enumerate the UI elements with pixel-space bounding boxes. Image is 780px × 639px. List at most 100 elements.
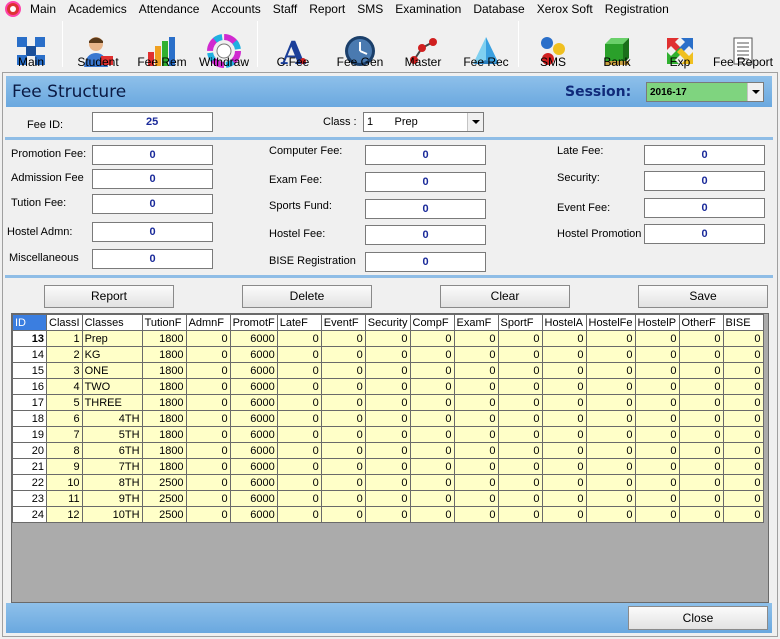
table-row[interactable]: 15 3 ONE 1800 0 6000 0 0 0 0 0 0 0 0 0 0 0 [12, 362, 764, 379]
table-cell[interactable]: 1800 [141, 394, 187, 411]
fee-id-field[interactable]: 25 [92, 112, 213, 132]
table-cell[interactable]: 0 [364, 362, 411, 379]
menu-accounts[interactable]: Accounts [205, 0, 266, 18]
security-field[interactable]: 0 [644, 171, 765, 191]
table-cell[interactable]: 0 [634, 506, 680, 523]
table-cell[interactable]: 0 [722, 426, 764, 443]
toolbar-fee-gen-button[interactable]: Fee Gen [328, 18, 392, 70]
table-cell[interactable]: 0 [678, 426, 724, 443]
table-cell[interactable]: 0 [185, 362, 231, 379]
computer-fee-field[interactable]: 0 [365, 145, 486, 165]
report-button[interactable]: Report [44, 285, 174, 308]
table-cell[interactable]: 0 [185, 378, 231, 395]
menu-xerox-soft[interactable]: Xerox Soft [531, 0, 599, 18]
table-cell[interactable]: 6000 [229, 490, 278, 507]
table-cell[interactable]: 0 [678, 410, 724, 427]
table-cell[interactable]: 3 [46, 362, 83, 379]
table-row[interactable]: 17 5 THREE 1800 0 6000 0 0 0 0 0 0 0 0 0 0 0 [12, 394, 764, 411]
table-cell[interactable]: 7TH [81, 458, 143, 475]
column-header[interactable]: ClassI [46, 314, 83, 331]
column-header[interactable]: BISE [722, 314, 764, 331]
table-cell[interactable]: 6TH [81, 442, 143, 459]
table-cell[interactable]: 0 [453, 506, 499, 523]
table-cell[interactable]: 0 [722, 506, 764, 523]
table-cell[interactable]: 5 [46, 394, 83, 411]
table-cell[interactable]: 0 [541, 442, 587, 459]
table-cell[interactable]: 0 [585, 426, 636, 443]
table-cell[interactable]: 2500 [141, 490, 187, 507]
table-cell[interactable]: 0 [276, 410, 322, 427]
table-cell[interactable]: 9TH [81, 490, 143, 507]
table-cell[interactable]: 0 [185, 426, 231, 443]
table-cell[interactable]: 0 [453, 458, 499, 475]
table-cell[interactable]: 0 [276, 474, 322, 491]
table-cell[interactable]: 2500 [141, 506, 187, 523]
table-cell[interactable]: 1 [46, 330, 83, 347]
bise-registration-field[interactable]: 0 [365, 252, 486, 272]
table-cell[interactable]: 0 [541, 458, 587, 475]
table-cell[interactable]: 0 [497, 490, 543, 507]
table-cell[interactable]: 0 [585, 458, 636, 475]
table-cell[interactable]: 9 [46, 458, 83, 475]
toolbar-bank-button[interactable]: Bank [587, 18, 647, 70]
table-cell[interactable]: 6000 [229, 330, 278, 347]
tution-fee-field[interactable]: 0 [92, 194, 213, 214]
table-cell[interactable]: 0 [320, 506, 366, 523]
table-cell[interactable]: 0 [497, 362, 543, 379]
table-cell[interactable]: 6000 [229, 394, 278, 411]
table-cell[interactable]: 0 [722, 362, 764, 379]
table-cell[interactable]: 0 [185, 458, 231, 475]
table-cell[interactable]: 0 [453, 330, 499, 347]
table-cell[interactable]: 0 [409, 362, 455, 379]
table-cell[interactable]: 0 [497, 442, 543, 459]
table-row[interactable]: 14 2 KG 1800 0 6000 0 0 0 0 0 0 0 0 0 0 0 [12, 346, 764, 363]
table-row[interactable]: 13 1 Prep 1800 0 6000 0 0 0 0 0 0 0 0 0 0 0 [12, 330, 764, 347]
sports-fund-field[interactable]: 0 [365, 199, 486, 219]
table-cell[interactable]: 0 [634, 442, 680, 459]
table-cell[interactable]: 0 [364, 474, 411, 491]
hostel-promotion-field[interactable]: 0 [644, 224, 765, 244]
column-header[interactable]: HostelP [634, 314, 680, 331]
table-row[interactable]: 19 7 5TH 1800 0 6000 0 0 0 0 0 0 0 0 0 0 0 [12, 426, 764, 443]
table-cell[interactable]: 0 [541, 490, 587, 507]
table-cell[interactable]: 0 [634, 330, 680, 347]
menu-sms[interactable]: SMS [351, 0, 389, 18]
table-row[interactable]: 24 12 10TH 2500 0 6000 0 0 0 0 0 0 0 0 0 0 0 [12, 506, 764, 523]
menu-staff[interactable]: Staff [267, 0, 303, 18]
table-cell[interactable]: 0 [320, 378, 366, 395]
table-cell[interactable]: 0 [276, 394, 322, 411]
table-cell[interactable]: 0 [364, 490, 411, 507]
column-header[interactable]: Classes [81, 314, 143, 331]
table-cell[interactable]: KG [81, 346, 143, 363]
table-cell[interactable]: 5TH [81, 426, 143, 443]
table-cell[interactable]: 0 [678, 330, 724, 347]
row-id-cell[interactable]: 13 [12, 330, 47, 347]
table-cell[interactable]: 1800 [141, 346, 187, 363]
table-cell[interactable]: 7 [46, 426, 83, 443]
row-id-cell[interactable]: 14 [12, 346, 47, 363]
table-cell[interactable]: 0 [634, 410, 680, 427]
table-cell[interactable]: 0 [320, 362, 366, 379]
table-cell[interactable]: 0 [409, 346, 455, 363]
miscellaneous-field[interactable]: 0 [92, 249, 213, 269]
table-cell[interactable]: 1800 [141, 426, 187, 443]
toolbar-master-button[interactable]: Master [392, 18, 454, 70]
table-cell[interactable]: 0 [722, 490, 764, 507]
table-cell[interactable]: 1800 [141, 410, 187, 427]
table-cell[interactable]: 0 [409, 506, 455, 523]
table-cell[interactable]: 6 [46, 410, 83, 427]
late-fee-field[interactable]: 0 [644, 145, 765, 165]
admission-fee-field[interactable]: 0 [92, 169, 213, 189]
chevron-down-icon[interactable] [467, 113, 483, 131]
toolbar-fee-rec-button[interactable]: Fee Rec [454, 18, 518, 70]
table-cell[interactable]: 0 [722, 346, 764, 363]
menu-main[interactable]: Main [24, 0, 62, 18]
table-cell[interactable]: 0 [320, 410, 366, 427]
table-cell[interactable]: Prep [81, 330, 143, 347]
table-cell[interactable]: 0 [722, 442, 764, 459]
table-cell[interactable]: 0 [185, 442, 231, 459]
table-cell[interactable]: 0 [722, 474, 764, 491]
table-cell[interactable]: 0 [634, 490, 680, 507]
table-cell[interactable]: 0 [409, 474, 455, 491]
table-cell[interactable]: 0 [722, 394, 764, 411]
